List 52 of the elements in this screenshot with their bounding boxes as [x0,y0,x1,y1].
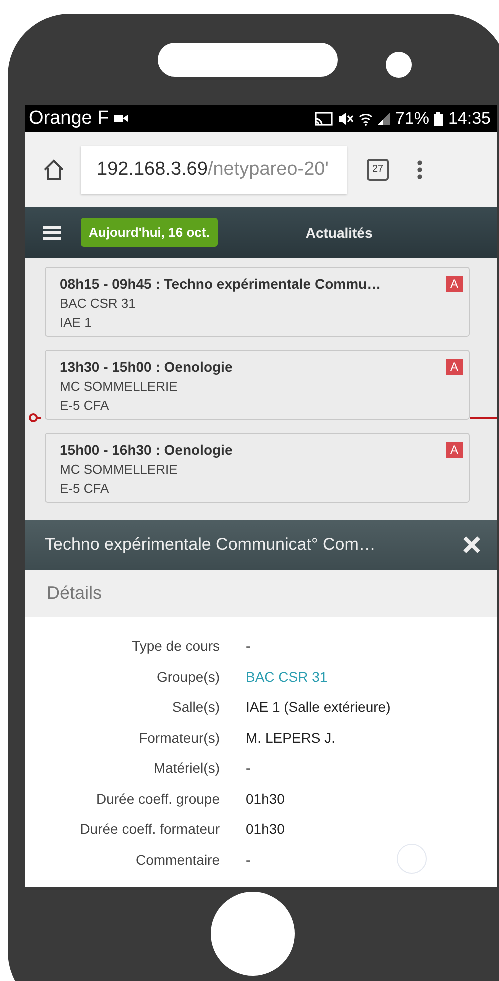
battery-percent: 71% [395,108,430,128]
detail-label: Salle(s) [172,699,220,716]
section-title: Détails [47,583,102,604]
time-marker-line [470,417,497,419]
detail-value: 01h30 [246,790,285,807]
detail-value: M. LEPERS J. [246,730,336,746]
wifi-icon [359,112,374,126]
time-marker-icon [29,413,41,423]
absence-badge: A [446,276,463,292]
course-title: 08h15 - 09h45 : Techno expérimentale Commu… [60,276,382,292]
home-icon[interactable] [43,158,65,180]
battery-icon [434,112,444,126]
detail-label: Durée coeff. groupe [96,790,220,807]
carrier-name: Orange F [29,108,110,130]
more-menu-icon[interactable] [417,158,423,180]
popup-title: Techno expérimentale Communicat° Com… [45,535,376,555]
detail-label: Formateur(s) [138,730,220,746]
detail-value: - [246,760,251,776]
absence-badge: A [446,442,463,458]
course-room: E-5 CFA [60,398,110,413]
course-room: E-5 CFA [60,481,110,496]
camera-dot [386,52,412,78]
news-link[interactable]: Actualités [306,224,373,240]
course-title: 13h30 - 15h00 : Oenologie [60,359,233,375]
address-field[interactable]: 192.168.3.69/netypareo-20' [81,146,347,194]
course-group: MC SOMMELLERIE [60,379,463,394]
menu-icon[interactable] [43,226,61,240]
course-card[interactable]: 15h00 - 16h30 : Oenologie A MC SOMMELLERIE E-5 CFA [45,433,470,503]
detail-label: Groupe(s) [156,668,220,685]
course-group: BAC CSR 31 [60,296,463,311]
cast-icon [315,112,334,126]
signal-icon [378,112,390,124]
close-icon[interactable] [463,536,481,554]
detail-label: Type de cours [131,638,220,654]
detail-value: 01h30 [246,821,285,838]
detail-label: Commentaire [134,852,220,868]
course-room: IAE 1 [60,315,93,330]
detail-value: - [246,638,251,654]
mute-icon [338,112,354,126]
tab-count[interactable]: 27 [367,158,389,180]
detail-label: Matériel(s) [152,760,220,776]
touch-ring [397,844,427,874]
detail-label: Durée coeff. formateur [79,821,220,838]
absence-badge: A [446,359,463,375]
course-card[interactable]: 13h30 - 15h00 : Oenologie A MC SOMMELLERIE E-5 CFA [45,350,470,420]
course-card[interactable]: 08h15 - 09h45 : Techno expérimentale Commu… A BAC CSR 31 IAE 1 [45,267,470,337]
clock-time: 14:35 [448,108,491,128]
course-title: 15h00 - 16h30 : Oenologie [60,442,233,458]
detail-value: IAE 1 (Salle extérieure) [246,699,391,716]
detail-value: - [246,852,251,868]
video-camera-icon [114,114,128,123]
course-group: MC SOMMELLERIE [60,462,463,477]
